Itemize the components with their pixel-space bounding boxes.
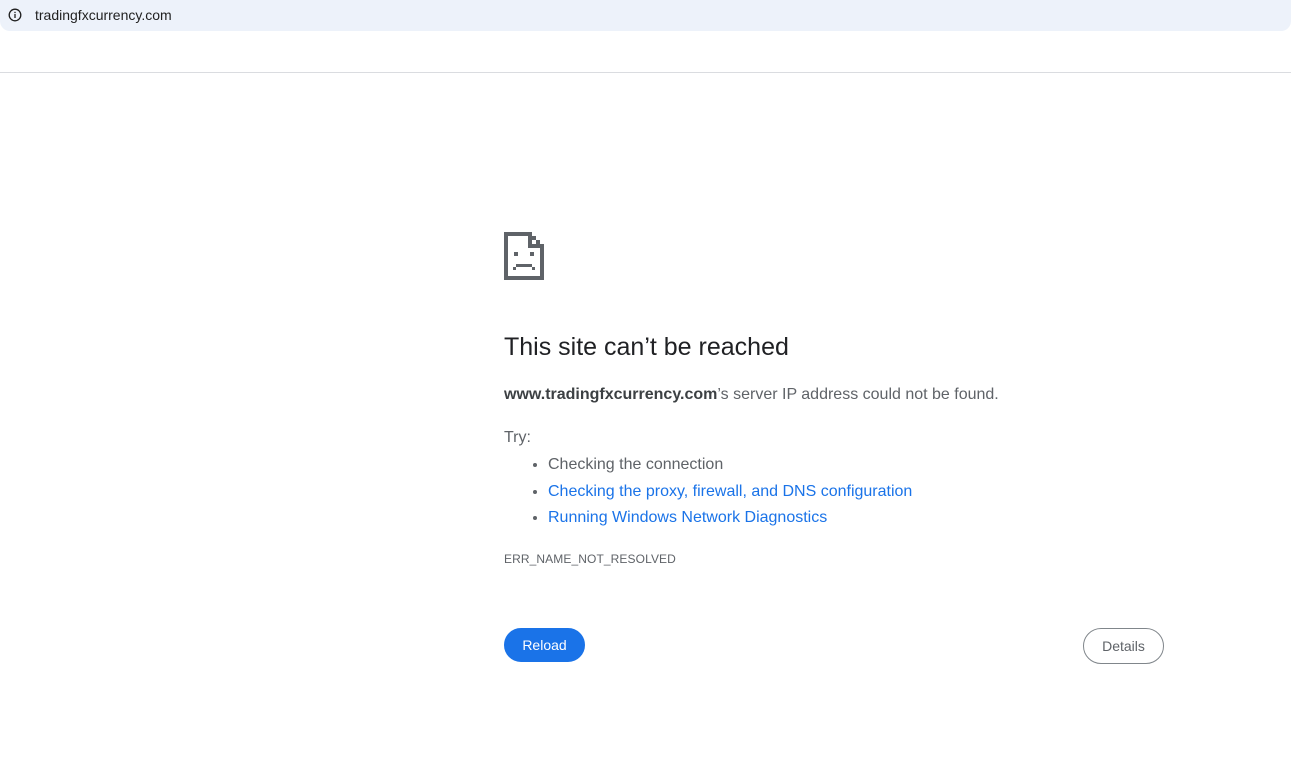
suggestion-item: Checking the proxy, firewall, and DNS co… (548, 479, 912, 506)
suggestion-item: Running Windows Network Diagnostics (548, 505, 912, 532)
sad-document-icon (504, 232, 544, 280)
error-code: ERR_NAME_NOT_RESOLVED (504, 552, 676, 566)
suggestion-check-connection: Checking the connection (548, 456, 724, 473)
error-summary: www.tradingfxcurrency.com’s server IP ad… (504, 384, 999, 406)
error-summary-text: ’s server IP address could not be found. (717, 386, 999, 403)
suggestion-list: Checking the connection Checking the pro… (504, 452, 912, 532)
error-host: www.tradingfxcurrency.com (504, 386, 718, 403)
details-button[interactable]: Details (1083, 628, 1164, 664)
url-text[interactable]: tradingfxcurrency.com (35, 6, 172, 24)
error-title: This site can’t be reached (504, 333, 789, 361)
suggestion-item: Checking the connection (548, 452, 912, 479)
suggestion-proxy-firewall-dns-link[interactable]: Checking the proxy, firewall, and DNS co… (548, 483, 912, 500)
suggestion-network-diagnostics-link[interactable]: Running Windows Network Diagnostics (548, 509, 827, 526)
info-icon[interactable] (8, 8, 22, 22)
toolbar-divider (0, 72, 1291, 73)
try-label: Try: (504, 429, 531, 446)
reload-button[interactable]: Reload (504, 628, 585, 662)
address-bar[interactable]: tradingfxcurrency.com (0, 0, 1291, 31)
